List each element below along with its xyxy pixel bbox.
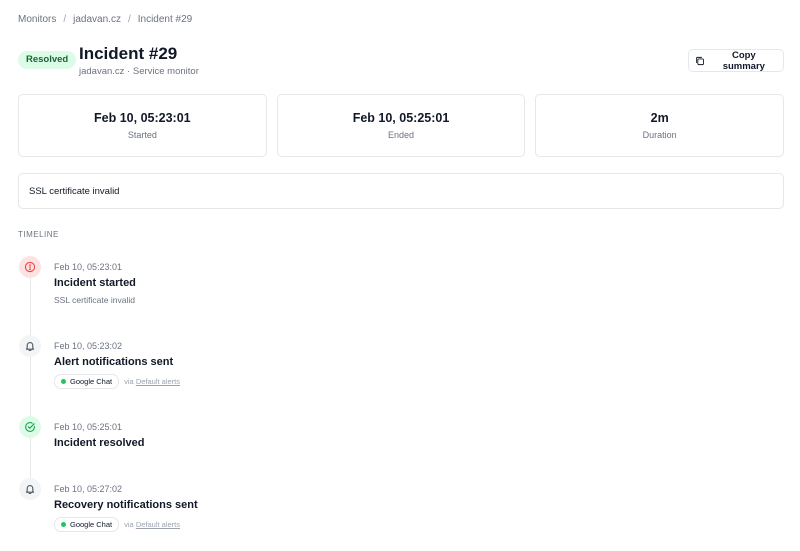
incident-cause: SSL certificate invalid xyxy=(18,173,784,209)
event-detail: SSL certificate invalid xyxy=(54,295,135,305)
breadcrumb-separator: / xyxy=(127,14,131,25)
channel-name: Google Chat xyxy=(70,520,113,529)
via-text: via Default alerts xyxy=(124,520,180,529)
breadcrumb-monitor[interactable]: jadavan.cz xyxy=(73,14,121,25)
timeline-event: Feb 10, 05:23:01 Incident started SSL ce… xyxy=(54,262,136,305)
notification-channels: Google Chat via Default alerts xyxy=(54,517,198,532)
stat-value: Feb 10, 05:25:01 xyxy=(352,111,450,125)
stat-value: 2m xyxy=(650,111,669,125)
incident-header: Resolved Incident #29 jadavan.cz · Servi… xyxy=(18,44,784,80)
timeline-line xyxy=(29,270,31,495)
event-time: Feb 10, 05:23:01 xyxy=(54,262,123,272)
channel-status-dot xyxy=(61,522,66,527)
event-time: Feb 10, 05:27:02 xyxy=(54,484,123,494)
via-prefix: via xyxy=(124,377,134,386)
event-title: Incident resolved xyxy=(54,437,145,449)
timeline-event: Feb 10, 05:25:01 Incident resolved xyxy=(54,422,144,449)
alert-policy-link[interactable]: Default alerts xyxy=(136,377,180,386)
copy-icon xyxy=(696,56,704,65)
event-title: Alert notifications sent xyxy=(54,356,174,368)
channel-status-dot xyxy=(61,379,66,384)
timeline-event: Feb 10, 05:23:02 Alert notifications sen… xyxy=(54,341,180,389)
breadcrumb-separator: / xyxy=(63,14,67,25)
breadcrumb: Monitors / jadavan.cz / Incident #29 xyxy=(18,14,192,25)
page-subtitle: jadavan.cz · Service monitor xyxy=(79,66,199,77)
notification-channels: Google Chat via Default alerts xyxy=(54,374,180,389)
stat-value: Feb 10, 05:23:01 xyxy=(94,111,191,125)
stat-card-ended: Feb 10, 05:25:01 Ended xyxy=(276,94,526,157)
event-title: Recovery notifications sent xyxy=(54,499,198,511)
stat-label: Duration xyxy=(642,130,677,140)
channel-name: Google Chat xyxy=(70,377,113,386)
stat-label: Started xyxy=(127,130,157,140)
timeline-event: Feb 10, 05:27:02 Recovery notifications … xyxy=(54,484,198,532)
event-time: Feb 10, 05:23:02 xyxy=(54,341,123,351)
check-circle-icon xyxy=(19,416,41,438)
alert-circle-icon xyxy=(19,256,41,278)
stat-label: Ended xyxy=(387,130,415,140)
via-prefix: via xyxy=(124,520,134,529)
breadcrumb-monitors[interactable]: Monitors xyxy=(18,14,56,25)
stat-card-started: Feb 10, 05:23:01 Started xyxy=(18,94,267,157)
copy-summary-button[interactable]: Copy summary xyxy=(688,49,784,72)
bell-icon xyxy=(19,478,41,500)
via-text: via Default alerts xyxy=(124,377,180,386)
timeline-heading: TIMELINE xyxy=(18,230,59,239)
copy-summary-label: Copy summary xyxy=(722,49,765,72)
channel-badge: Google Chat xyxy=(54,517,120,532)
bell-icon xyxy=(19,335,41,357)
breadcrumb-incident: Incident #29 xyxy=(137,14,193,25)
channel-badge: Google Chat xyxy=(54,374,120,389)
alert-policy-link[interactable]: Default alerts xyxy=(136,520,180,529)
status-badge: Resolved xyxy=(18,51,77,69)
stat-card-duration: 2m Duration xyxy=(535,94,785,157)
event-time: Feb 10, 05:25:01 xyxy=(54,422,123,432)
stats-row: Feb 10, 05:23:01 Started Feb 10, 05:25:0… xyxy=(18,94,785,157)
event-title: Incident started xyxy=(54,277,136,289)
title-block: Incident #29 jadavan.cz · Service monito… xyxy=(79,44,199,77)
page-title: Incident #29 xyxy=(79,44,178,63)
